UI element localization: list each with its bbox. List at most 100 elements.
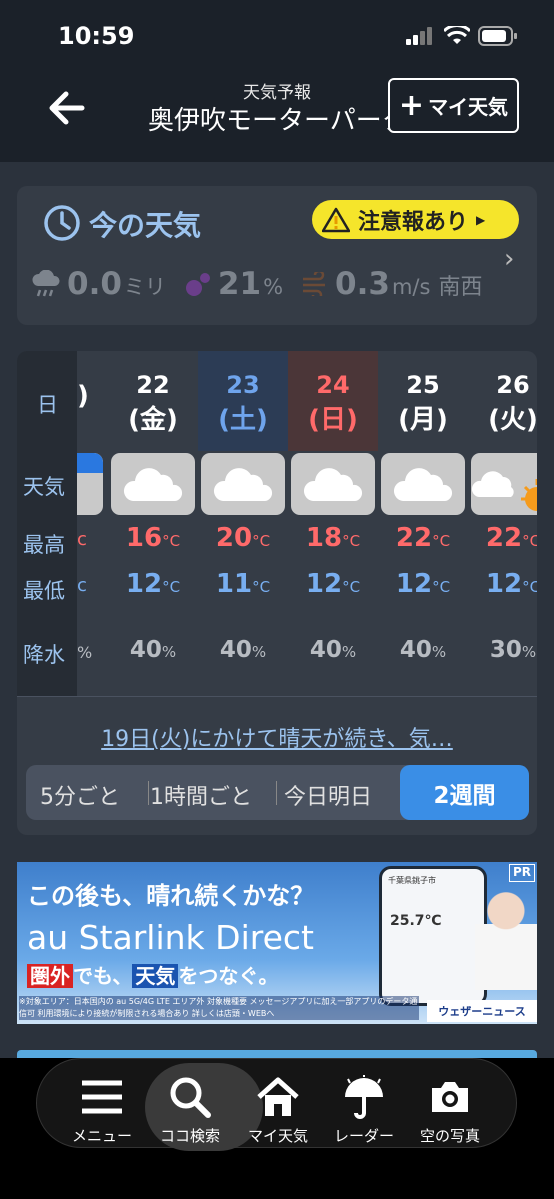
day-precip: 30%: [489, 637, 537, 663]
ad-phone-temp: 25.7℃: [390, 913, 442, 929]
cloudy-icon: [201, 453, 285, 515]
humidity-unit: %: [263, 275, 284, 299]
cloudy-icon: [111, 453, 195, 515]
day-precip: 40%: [129, 637, 177, 663]
divider: [17, 696, 537, 697]
chevron-right-icon[interactable]: ›: [504, 244, 514, 274]
day-weekday: (火): [488, 405, 537, 435]
weathernews-logo: ウェザーニュース: [427, 1000, 537, 1022]
tab-today-tomorrow[interactable]: 今日明日: [284, 779, 372, 811]
tab-5min[interactable]: 5分ごと: [40, 779, 120, 811]
day-low: 11°C: [215, 569, 271, 599]
interval-tabs: 5分ごと 1時間ごと 今日明日 2週間: [26, 765, 529, 820]
day-column[interactable]: 24 (日) 18°C 12°C 40%: [288, 351, 378, 696]
day-column[interactable]: 23 (土) 20°C 11°C 40%: [198, 351, 288, 696]
day-column[interactable]: 22 (金) 16°C 12°C 40%: [108, 351, 198, 696]
umbrella-icon: [345, 1075, 383, 1119]
nav-sky-photos-label: 空の写真: [419, 1127, 480, 1145]
day-weekday: (金): [128, 405, 178, 435]
cloudy-icon: [291, 453, 375, 515]
add-my-weather-button[interactable]: + マイ天気: [388, 78, 519, 133]
rain-unit: ミリ: [123, 275, 166, 299]
day-weekday: (土): [218, 405, 268, 435]
day-low: 12°C: [305, 569, 361, 599]
ad-headline: この後も、晴れ続くかな？: [27, 882, 315, 910]
alert-label: 注意報あり: [358, 209, 469, 235]
nav-pill: メニュー ココ検索 マイ天気 レーダー 空の写真: [36, 1058, 517, 1151]
wind-icon: [303, 272, 326, 296]
status-bar: 10:59: [0, 0, 554, 70]
day-column[interactable]: 25 (月) 22°C 12°C 40%: [378, 351, 468, 696]
page-title: 奥伊吹モーターパーク: [148, 106, 400, 136]
day-low: 12°C: [125, 569, 181, 599]
nav-sky-photos[interactable]: 空の写真: [403, 1059, 497, 1149]
signal-icon: [406, 27, 432, 45]
current-weather-title: 今の天気: [89, 209, 202, 242]
outlook-link[interactable]: 19日(火)にかけて晴天が続き、気…: [17, 721, 537, 753]
partial-precip-unit: %: [77, 643, 93, 662]
day-precip: 40%: [219, 637, 267, 663]
day-date: 25: [406, 371, 440, 399]
nav-my-weather-label: マイ天気: [247, 1127, 308, 1145]
add-my-weather-label: マイ天気: [428, 95, 509, 119]
weekly-forecast-card: ) c c % 22 (金) 16°C 12°C 40% 23 (土) 20°C 1…: [17, 351, 537, 835]
label-day: 日: [37, 393, 58, 417]
clock-icon: [44, 205, 80, 241]
day-date: 26: [496, 371, 530, 399]
day-date: 24: [316, 371, 350, 399]
humidity-icon: [185, 273, 210, 296]
ad-tagline: 圏外 でも、 天気 をつなぐ。: [27, 960, 278, 989]
partial-day-label: ): [77, 381, 89, 411]
partial-weather-icon: [77, 453, 103, 515]
current-weather-card[interactable]: 今の天気 注意報あり ▶ › 0.0 ミリ 21 % 0.3 m/s 南西: [17, 186, 537, 325]
camera-icon: [432, 1082, 468, 1112]
ad-phone-image: 千葉県銚子市 25.7℃: [379, 866, 487, 1006]
tab-divider: [276, 781, 277, 805]
header: 天気予報 奥伊吹モーターパーク + マイ天気: [0, 70, 554, 162]
cloudy-icon: [381, 453, 465, 515]
wind-direction: 南西: [438, 275, 483, 300]
tab-2weeks[interactable]: 2週間: [400, 765, 529, 820]
ad-banner[interactable]: PR この後も、晴れ続くかな？ au Starlink Direct 圏外 でも、…: [17, 862, 537, 1024]
nav-my-weather[interactable]: マイ天気: [231, 1059, 325, 1149]
tab-divider: [148, 781, 149, 805]
label-low: 最低: [23, 579, 65, 603]
plus-icon: +: [398, 87, 425, 123]
day-date: 23: [226, 371, 260, 399]
ad-presenter-image: [475, 880, 537, 990]
home-icon: [257, 1077, 299, 1116]
day-high: 18°C: [305, 523, 361, 553]
nav-search[interactable]: ココ検索: [143, 1059, 263, 1151]
day-low: 12°C: [485, 569, 537, 599]
day-precip: 40%: [309, 637, 357, 663]
ad-phone-title: 千葉県銚子市: [388, 876, 436, 885]
nav-radar[interactable]: レーダー: [317, 1059, 411, 1149]
ad-brand: au Starlink Direct: [27, 918, 314, 957]
wind-unit: m/s: [391, 275, 431, 299]
day-date: 22: [136, 371, 170, 399]
bottom-nav: メニュー ココ検索 マイ天気 レーダー 空の写真: [0, 1058, 554, 1199]
ad-note: ※対象エリア：日本国内の au 5G/4G LTE エリア外 対象機種要 メッセ…: [19, 996, 419, 1020]
tab-hourly[interactable]: 1時間ごと: [150, 779, 252, 811]
day-weekday: (月): [398, 405, 448, 435]
day-column[interactable]: 26 (火) 22°C 12°C 30%: [468, 351, 537, 696]
day-precip: 40%: [399, 637, 447, 663]
rain-cloud-icon: [32, 270, 60, 297]
battery-icon: [478, 26, 517, 46]
current-stats: 0.0 ミリ 21 % 0.3 m/s 南西: [31, 266, 500, 302]
day-high: 22°C: [485, 523, 537, 553]
alert-badge[interactable]: 注意報あり ▶: [312, 200, 519, 239]
rain-value: 0.0: [67, 266, 122, 302]
day-low: 12°C: [395, 569, 451, 599]
day-high: 22°C: [395, 523, 451, 553]
nav-search-label: ココ検索: [159, 1127, 220, 1145]
partial-low-unit: c: [77, 575, 87, 596]
row-labels: 日 天気 最高 最低 降水: [17, 351, 77, 696]
partial-high-unit: c: [77, 529, 87, 550]
forecast-columns[interactable]: ) c c % 22 (金) 16°C 12°C 40% 23 (土) 20°C 1…: [17, 351, 537, 696]
partial-previous-day: ) c c %: [77, 351, 103, 696]
nav-radar-label: レーダー: [333, 1127, 394, 1145]
day-weekday: (日): [308, 405, 358, 435]
caret-right-icon: ▶: [476, 212, 486, 227]
nav-menu[interactable]: メニュー: [55, 1059, 149, 1149]
